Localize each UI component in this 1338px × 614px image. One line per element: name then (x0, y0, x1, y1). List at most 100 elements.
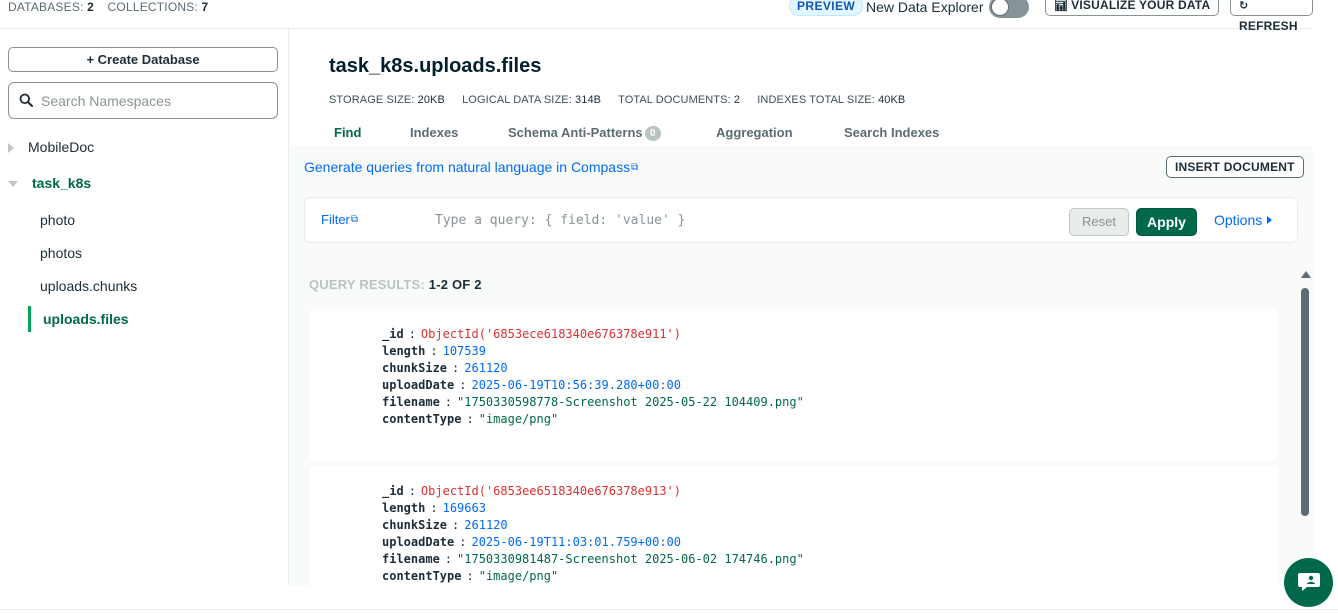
toggle-knob (991, 0, 1009, 16)
tab-schema-anti-patterns[interactable]: Schema Anti-Patterns 0 (508, 125, 661, 141)
databases-count: 2 (87, 0, 94, 14)
find-panel: Generate queries from natural language i… (290, 146, 1313, 586)
field-value: 261120 (464, 361, 508, 375)
document-fields: _id: ObjectId('6853ee6518340e676378e913')… (382, 483, 804, 585)
field-value: ObjectId('6853ee6518340e676378e913') (420, 484, 682, 498)
storage-size-stat: STORAGE SIZE: 20KB (329, 94, 445, 106)
logical-size-stat: LOGICAL DATA SIZE: 314B (462, 94, 601, 106)
field-id: _id: ObjectId('6853ee6518340e676378e913') (382, 484, 682, 498)
results-range: 1-2 OF 2 (428, 277, 482, 292)
nl-link-label: Generate queries from natural language i… (304, 159, 631, 175)
tab-find[interactable]: Find (334, 125, 361, 140)
document-card[interactable]: _id: ObjectId('6853ece618340e676378e911')… (309, 309, 1278, 460)
refresh-button[interactable]: ↻REFRESH (1230, 0, 1313, 33)
document-card[interactable]: _id: ObjectId('6853ee6518340e676378e913')… (309, 466, 1278, 586)
caret-right-icon (1267, 216, 1273, 224)
sidebar-db-task-k8s[interactable]: task_k8s (0, 169, 288, 197)
collection-title: task_k8s.uploads.files (329, 55, 542, 77)
new-data-explorer-label: New Data Explorer (866, 0, 984, 15)
field-key: uploadDate (382, 378, 455, 392)
field-value: 169663 (442, 501, 486, 515)
results-scrollbar[interactable] (1300, 271, 1311, 586)
tab-aggregation[interactable]: Aggregation (716, 125, 793, 140)
reset-button[interactable]: Reset (1069, 208, 1129, 236)
search-namespaces[interactable] (8, 82, 278, 119)
field-chunksize: chunkSize:261120 (382, 361, 508, 375)
docs-value: 2 (733, 94, 741, 106)
options-button[interactable]: Options (1214, 212, 1273, 228)
count-badge: 0 (644, 126, 661, 141)
preview-badge: PREVIEW (789, 0, 864, 16)
indexes-value: 40KB (878, 94, 906, 106)
create-database-button[interactable]: + Create Database (8, 47, 278, 72)
indexes-label: INDEXES TOTAL SIZE: (757, 94, 875, 106)
field-key: contentType (382, 569, 462, 583)
total-documents-stat: TOTAL DOCUMENTS: 2 (618, 94, 740, 106)
field-key: uploadDate (382, 535, 455, 549)
field-value: "image/png" (478, 569, 559, 583)
document-fields: _id: ObjectId('6853ece618340e676378e911')… (382, 326, 804, 428)
bottom-divider (0, 609, 1338, 610)
field-contenttype: contentType: "image/png" (382, 412, 559, 426)
collections-label: COLLECTIONS: (107, 0, 198, 14)
field-filename: filename: "1750330981487-Screenshot 2025-… (382, 552, 804, 566)
natural-language-query-link[interactable]: Generate queries from natural language i… (304, 159, 638, 175)
field-id: _id: ObjectId('6853ece618340e676378e911') (382, 327, 682, 341)
sidebar-coll-uploads-chunks[interactable]: uploads.chunks (28, 273, 288, 299)
field-key: _id (382, 484, 404, 498)
field-key: contentType (382, 412, 462, 426)
sidebar-db-mobiledoc[interactable]: MobileDoc (0, 133, 288, 161)
tab-search-indexes[interactable]: Search Indexes (844, 125, 939, 140)
coll-label: photo (40, 212, 76, 228)
field-value: 2025-06-19T10:56:39.280+00:00 (471, 378, 681, 392)
collections-count: 7 (201, 0, 209, 14)
indexes-size-stat: INDEXES TOTAL SIZE: 40KB (757, 94, 905, 106)
filter-link[interactable]: Filter⧉ (321, 212, 358, 227)
field-value: ObjectId('6853ece618340e676378e911') (420, 327, 682, 341)
coll-label: uploads.chunks (40, 278, 138, 294)
field-key: length (382, 344, 426, 358)
filter-label: Filter (321, 212, 350, 227)
field-value: "1750330598778-Screenshot 2025-05-22 104… (457, 395, 804, 409)
apply-button[interactable]: Apply (1136, 208, 1197, 236)
sidebar: + Create Database MobileDoc task_k8s pho… (0, 29, 289, 586)
storage-value: 20KB (417, 94, 445, 106)
field-key: chunkSize (382, 518, 448, 532)
field-value: 261120 (464, 518, 508, 532)
field-value: 2025-06-19T11:03:01.759+00:00 (471, 535, 681, 549)
collection-stats: STORAGE SIZE: 20KB LOGICAL DATA SIZE: 31… (329, 94, 919, 106)
search-namespaces-input[interactable] (41, 91, 271, 111)
chat-button[interactable] (1284, 558, 1333, 607)
databases-label: DATABASES: (8, 0, 84, 14)
bar-chart-icon: 📊︎ (1054, 0, 1069, 12)
coll-label: photos (40, 245, 83, 261)
query-results-header: QUERY RESULTS: 1-2 OF 2 (309, 277, 482, 292)
namespace-counts: DATABASES: 2 COLLECTIONS: 7 (8, 0, 218, 14)
field-chunksize: chunkSize:261120 (382, 518, 508, 532)
external-link-icon: ⧉ (350, 214, 359, 225)
sidebar-coll-uploads-files[interactable]: uploads.files (28, 306, 288, 332)
field-filename: filename: "1750330598778-Screenshot 2025-… (382, 395, 804, 409)
refresh-icon: ↻ (1239, 0, 1249, 12)
options-label: Options (1214, 212, 1263, 228)
chevron-right-icon (8, 143, 14, 153)
field-value: 107539 (442, 344, 486, 358)
sidebar-coll-photos[interactable]: photos (28, 240, 288, 266)
main-content: task_k8s.uploads.files STORAGE SIZE: 20K… (290, 29, 1313, 586)
field-key: _id (382, 327, 404, 341)
field-contenttype: contentType: "image/png" (382, 569, 559, 583)
db-label: MobileDoc (28, 139, 95, 155)
insert-document-button[interactable]: INSERT DOCUMENT (1166, 156, 1304, 178)
top-bar: DATABASES: 2 COLLECTIONS: 7 PREVIEW New … (0, 0, 1313, 33)
new-data-explorer-toggle[interactable] (989, 0, 1029, 18)
logical-value: 314B (575, 94, 602, 106)
scroll-thumb[interactable] (1301, 288, 1309, 516)
field-key: filename (382, 552, 440, 566)
tab-indexes[interactable]: Indexes (410, 125, 458, 140)
field-key: filename (382, 395, 440, 409)
field-value: "1750330981487-Screenshot 2025-06-02 174… (457, 552, 804, 566)
scroll-up-arrow-icon[interactable] (1301, 271, 1311, 278)
filter-input[interactable] (435, 210, 1055, 230)
sidebar-coll-photo[interactable]: photo (28, 207, 288, 233)
visualize-data-button[interactable]: 📊︎ VISUALIZE YOUR DATA (1045, 0, 1220, 16)
